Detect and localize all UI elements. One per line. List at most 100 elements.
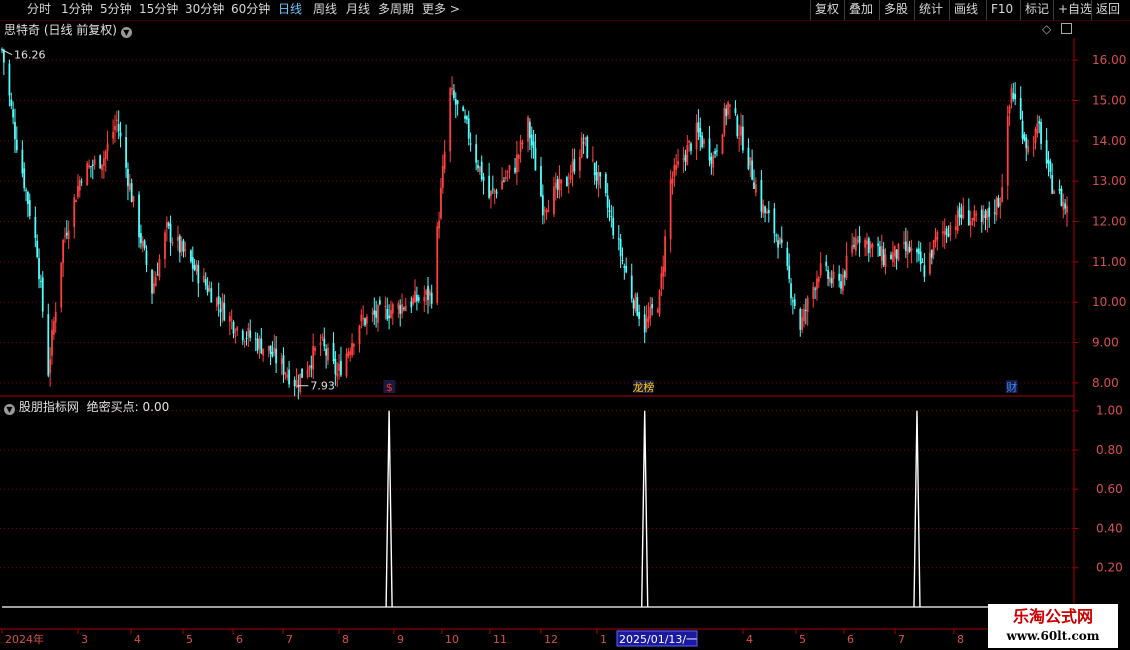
period-tab-4[interactable]: 30分钟 (185, 2, 224, 17)
tool-button-8[interactable]: 返回 (1096, 2, 1120, 17)
candle-body (171, 241, 174, 244)
candle-body (454, 98, 457, 105)
indicator-tick-label: 1.00 (1096, 404, 1123, 418)
candle-body (801, 317, 804, 330)
candle-body (904, 241, 907, 252)
tool-button-7[interactable]: +自选 (1058, 2, 1092, 17)
candle-body (1036, 123, 1039, 134)
period-tab-5[interactable]: 60分钟 (231, 2, 270, 17)
candle-body (528, 121, 531, 138)
candle-body (490, 190, 492, 197)
time-label: 8 (342, 633, 349, 646)
candle-body (960, 214, 963, 219)
candle-body (451, 87, 453, 90)
candle-body (999, 202, 1002, 206)
candle-body (99, 155, 102, 169)
period-tab-3[interactable]: 15分钟 (139, 2, 178, 17)
dropdown-circle-icon[interactable]: ▼ (4, 404, 15, 415)
candle-body (690, 143, 692, 151)
candle-body (975, 214, 978, 216)
indicator-tick-label: 0.60 (1096, 482, 1123, 496)
tool-button-0[interactable]: 复权 (815, 2, 839, 17)
crosshair-date: 2025/01/13/一 (619, 633, 697, 646)
candle-body (695, 122, 698, 150)
candle-body (942, 231, 944, 234)
candle-body (1066, 206, 1068, 213)
candle-body (843, 271, 846, 278)
diamond-icon[interactable]: ◇ (1042, 22, 1051, 36)
candle-body (360, 314, 363, 322)
candle-body (436, 226, 439, 304)
period-tab-0[interactable]: 分时 (27, 2, 51, 17)
candle-body (625, 265, 628, 273)
candle-body (156, 274, 159, 276)
candle-body (547, 209, 550, 212)
tool-button-2[interactable]: 多股 (884, 2, 908, 17)
candle-body (558, 178, 561, 191)
time-label: 6 (847, 633, 854, 646)
period-tab-8[interactable]: 月线 (346, 2, 370, 17)
candle-body (553, 186, 555, 215)
period-tab-9[interactable]: 多周期 (378, 2, 414, 17)
tool-button-1[interactable]: 叠加 (849, 2, 873, 17)
candle-body (128, 183, 131, 190)
period-tab-7[interactable]: 周线 (313, 2, 337, 17)
candle-body (178, 235, 181, 253)
tool-button-6[interactable]: 标记 (1025, 2, 1049, 17)
period-tab-10[interactable]: 更多 > (422, 2, 460, 17)
candle-body (712, 155, 715, 168)
candle-body (534, 147, 537, 171)
period-tab-2[interactable]: 5分钟 (100, 2, 132, 17)
candle-body (1038, 121, 1041, 124)
candle-body (840, 281, 842, 289)
candle-body (993, 212, 996, 214)
candle-body (877, 243, 879, 246)
candle-body (90, 166, 92, 168)
candle-body (916, 249, 918, 253)
candle-body (269, 345, 272, 354)
candle-body (677, 161, 679, 165)
candle-body (52, 321, 55, 335)
candle-body (582, 142, 585, 144)
candle-body (208, 288, 211, 291)
candle-body (152, 283, 155, 293)
candle-body (340, 360, 342, 376)
candle-body (325, 348, 328, 356)
maximize-panel-icon[interactable] (1061, 23, 1073, 34)
candle-body (273, 347, 276, 354)
candle-body (310, 365, 313, 368)
candle-body (115, 119, 118, 121)
candle-body (410, 301, 413, 308)
tool-button-3[interactable]: 统计 (919, 2, 943, 17)
candle-body (751, 160, 754, 180)
candle-body (2, 49, 5, 63)
candle-body (867, 238, 870, 253)
candle-body (793, 299, 796, 306)
tool-button-4[interactable]: 画线 (954, 2, 978, 17)
period-tab-1[interactable]: 1分钟 (61, 2, 93, 17)
toolbar-divider (914, 0, 915, 20)
candle-body (151, 269, 153, 294)
candle-body (864, 239, 867, 248)
candle-body (617, 238, 620, 240)
candle-body (788, 265, 791, 279)
candle-body (301, 368, 303, 378)
candle-body (232, 321, 235, 334)
candle-body (362, 318, 365, 320)
candles-group (1, 47, 1068, 400)
candle-body (288, 369, 290, 385)
candle-body (378, 300, 381, 305)
candle-body (258, 338, 261, 349)
candle-body (684, 154, 687, 162)
tool-button-5[interactable]: F10 (991, 2, 1013, 17)
candle-body (545, 210, 548, 213)
candle-body (716, 150, 718, 152)
dropdown-circle-icon[interactable]: ▼ (120, 27, 132, 38)
candle-body (708, 138, 711, 161)
period-tab-6[interactable]: 日线 (278, 2, 302, 17)
candle-body (180, 241, 183, 252)
toolbar-divider (1020, 0, 1021, 20)
candle-body (662, 266, 665, 277)
candle-body (764, 206, 766, 213)
indicator-source-title: 股朋指标网 (18, 400, 79, 414)
